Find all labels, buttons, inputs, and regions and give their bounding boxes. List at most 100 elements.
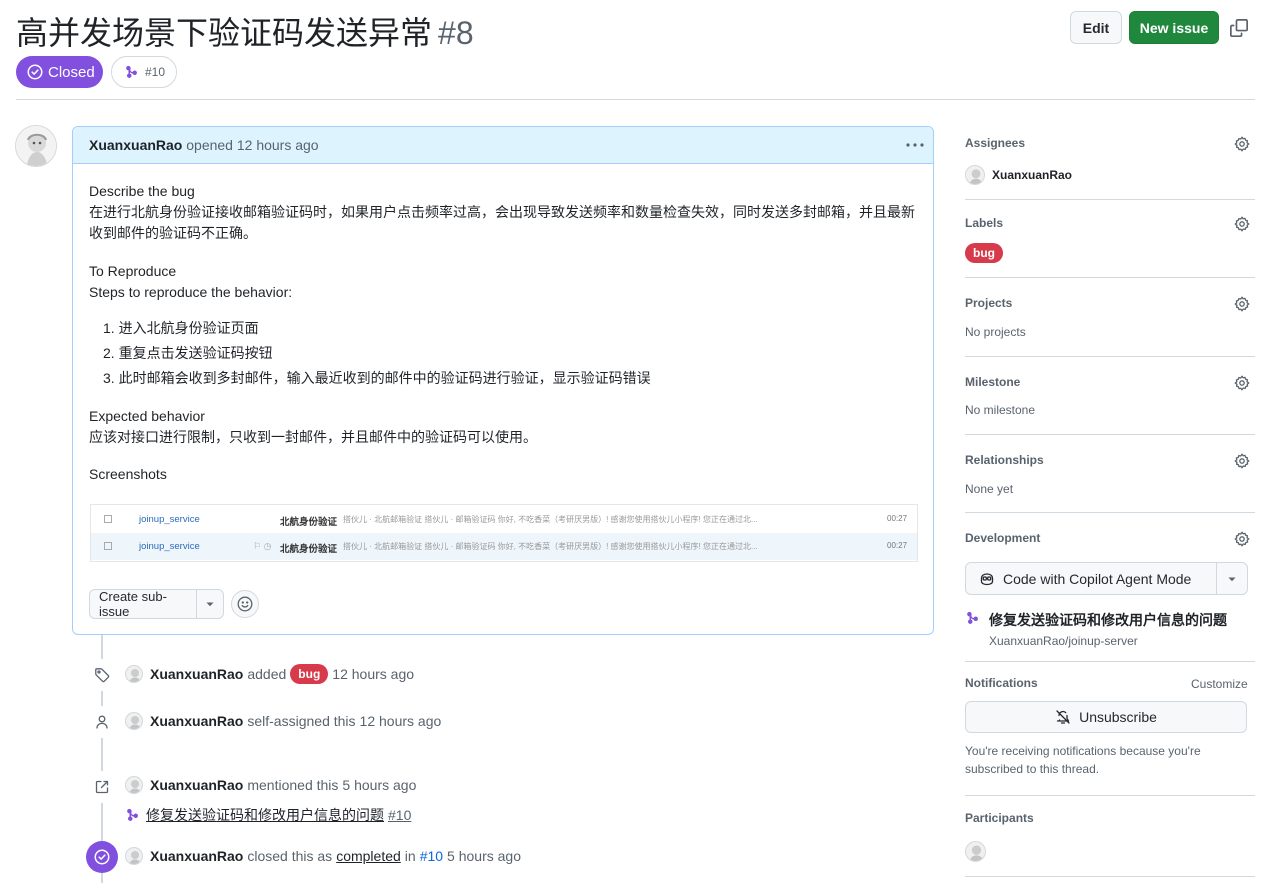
event-action: closed this as [247, 848, 333, 864]
relationships-value: None yet [965, 482, 1014, 496]
tag-icon [86, 659, 118, 691]
bell-slash-icon [1055, 709, 1071, 725]
bug-label[interactable]: bug [965, 243, 1003, 263]
issue-state-label: Closed [48, 63, 95, 81]
avatar[interactable] [125, 847, 143, 865]
event-time[interactable]: 12 hours ago [332, 666, 414, 682]
participants-heading: Participants [965, 811, 1034, 825]
referenced-pr[interactable]: 修复发送验证码和修改用户信息的问题 #10 [126, 805, 411, 825]
sidebar-divider [965, 876, 1255, 877]
list-item: 1. 进入北航身份验证页面 [103, 320, 259, 336]
email-row: joinup_service 北航身份验证 搭伙儿 · 北航邮箱验证 搭伙儿 ·… [91, 506, 917, 533]
avatar[interactable] [125, 712, 143, 730]
smiley-icon [237, 596, 253, 612]
bug-label[interactable]: bug [290, 664, 329, 684]
email-checkbox [104, 542, 112, 550]
cross-reference-icon [86, 771, 118, 803]
avatar [965, 165, 985, 185]
email-snippet: 搭伙儿 · 北航邮箱验证 搭伙儿 · 邮箱验证码 你好, 不吃香菜（考研厌男版）… [343, 542, 758, 551]
edit-button[interactable]: Edit [1070, 11, 1122, 44]
event-time[interactable]: 5 hours ago [447, 848, 521, 864]
reproduce-intro: Steps to reproduce the behavior: [89, 284, 293, 300]
chevron-down-icon[interactable] [197, 598, 223, 610]
sidebar-divider [965, 434, 1255, 435]
chevron-down-icon[interactable] [1217, 573, 1247, 585]
development-pr-repo[interactable]: XuanxuanRao/joinup-server [989, 634, 1138, 648]
event-user-link[interactable]: XuanxuanRao [150, 848, 243, 864]
milestone-heading: Milestone [965, 375, 1021, 389]
email-checkbox [104, 515, 112, 523]
gear-icon[interactable] [1234, 453, 1250, 469]
projects-value: No projects [965, 325, 1026, 339]
timeline-event-assigned: XuanxuanRao self-assigned this 12 hours … [125, 712, 441, 730]
list-item: 3. 此时邮箱会收到多封邮件，输入最近收到的邮件中的验证码进行验证，显示验证码错… [103, 370, 651, 386]
sidebar-divider [965, 512, 1255, 513]
relationships-heading: Relationships [965, 453, 1044, 467]
person-icon [86, 706, 118, 738]
sidebar-divider [965, 199, 1255, 200]
check-circle-icon [27, 64, 43, 80]
event-user-link[interactable]: XuanxuanRao [150, 713, 243, 729]
email-row: joinup_service ⚐ ◷ 北航身份验证 搭伙儿 · 北航邮箱验证 搭… [91, 533, 917, 560]
event-user-link[interactable]: XuanxuanRao [150, 777, 243, 793]
copilot-main-action[interactable]: Code with Copilot Agent Mode [966, 571, 1216, 587]
assignee-item[interactable]: XuanxuanRao [965, 165, 1072, 185]
notification-reason: You're receiving notifications because y… [965, 744, 1201, 776]
notifications-heading: Notifications [965, 676, 1038, 690]
gear-icon[interactable] [1234, 296, 1250, 312]
referenced-pr-title[interactable]: 修复发送验证码和修改用户信息的问题 [146, 805, 384, 825]
pull-request-icon [126, 807, 142, 823]
gear-icon[interactable] [1234, 136, 1250, 152]
gear-icon[interactable] [1234, 531, 1250, 547]
closing-pr-link[interactable]: #10 [420, 848, 443, 864]
author-avatar[interactable] [15, 125, 57, 167]
event-time[interactable]: 5 hours ago [342, 777, 416, 793]
copilot-icon [979, 571, 995, 587]
referenced-pr-number[interactable]: #10 [388, 807, 411, 823]
development-pr-title[interactable]: 修复发送验证码和修改用户信息的问题 [989, 610, 1227, 630]
customize-link[interactable]: Customize [1191, 677, 1248, 691]
email-subject: 北航身份验证 [280, 517, 338, 528]
email-snippet: 搭伙儿 · 北航邮箱验证 搭伙儿 · 邮箱验证码 你好, 不吃香菜（考研厌男版）… [343, 515, 758, 524]
participant-avatar[interactable] [965, 841, 986, 862]
unsubscribe-label: Unsubscribe [1079, 709, 1157, 725]
labels-heading: Labels [965, 216, 1004, 230]
event-action: mentioned this [247, 777, 339, 793]
linked-pr-number: #10 [145, 65, 166, 79]
comment-meta: opened 12 hours ago [186, 137, 319, 153]
issue-title: 高并发场景下验证码发送异常 #8 [16, 8, 474, 54]
comment-byline: XuanxuanRao opened 12 hours ago [89, 137, 319, 153]
timeline-event-labeled: XuanxuanRao added bug 12 hours ago [125, 664, 414, 684]
email-sender: joinup_service [139, 541, 200, 552]
event-time[interactable]: 12 hours ago [360, 713, 442, 729]
copy-link-icon[interactable] [1230, 19, 1248, 37]
screenshot-image[interactable]: joinup_service 北航身份验证 搭伙儿 · 北航邮箱验证 搭伙儿 ·… [90, 504, 918, 562]
assignee-name: XuanxuanRao [992, 168, 1073, 182]
sidebar-divider [965, 795, 1255, 796]
issue-state-badge: Closed [16, 56, 103, 88]
create-subissue-button[interactable]: Create sub-issue [89, 589, 224, 619]
email-time: 00:27 [887, 514, 908, 523]
gear-icon[interactable] [1234, 375, 1250, 391]
add-reaction-button[interactable] [231, 590, 259, 618]
avatar[interactable] [125, 665, 143, 683]
comment-author-link[interactable]: XuanxuanRao [89, 137, 182, 153]
sidebar-divider [965, 356, 1255, 357]
kebab-menu-icon[interactable] [905, 137, 925, 153]
event-in: in [404, 848, 416, 864]
completed-link[interactable]: completed [336, 848, 401, 864]
avatar[interactable] [125, 776, 143, 794]
linked-pr-badge[interactable]: #10 [111, 56, 177, 88]
unsubscribe-button[interactable]: Unsubscribe [965, 701, 1247, 733]
sidebar-divider [965, 277, 1255, 278]
new-issue-button[interactable]: New issue [1129, 11, 1219, 44]
gear-icon[interactable] [1234, 216, 1250, 232]
development-heading: Development [965, 531, 1041, 545]
email-sender: joinup_service [139, 514, 200, 525]
event-user-link[interactable]: XuanxuanRao [150, 666, 243, 682]
flag-icon: ⚐ ◷ [253, 541, 272, 551]
describe-text: 在进行北航身份验证接收邮箱验证码时，如果用户点击频率过高，会出现导致发送频率和数… [89, 204, 915, 241]
copilot-agent-button[interactable]: Code with Copilot Agent Mode [965, 562, 1248, 595]
expected-text: 应该对接口进行限制，只收到一封邮件，并且邮件中的验证码可以使用。 [89, 429, 537, 445]
assignees-heading: Assignees [965, 136, 1026, 150]
